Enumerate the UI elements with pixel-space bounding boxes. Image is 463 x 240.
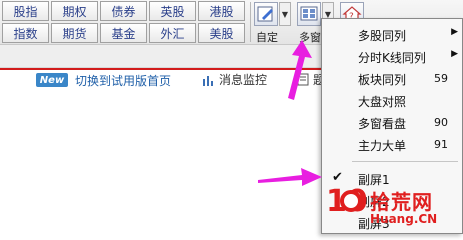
menu-item-shortcut: 59 (434, 72, 448, 85)
market-button-grid: 股指 期权 债券 英股 港股 指数 期货 基金 外汇 美股 (2, 1, 245, 43)
market-button-uk-stocks[interactable]: 英股 (149, 1, 196, 21)
trial-version-link[interactable]: 切换到试用版首页 (75, 72, 171, 89)
pointer-arrow-right-icon (258, 168, 322, 186)
checkmark-icon: ✔ (332, 170, 343, 185)
menu-item-label: 多窗看盘 (358, 117, 407, 131)
menu-item-market-comparison[interactable]: 大盘对照 (322, 89, 462, 111)
market-button-bonds[interactable]: 债券 (100, 1, 147, 21)
market-button-us-stocks[interactable]: 美股 (198, 23, 245, 43)
market-button-hk-stocks[interactable]: 港股 (198, 1, 245, 21)
new-badge: New (36, 73, 68, 87)
menu-item-label: 分时K线同列 (358, 51, 426, 65)
pointer-arrow-up-icon (288, 40, 312, 100)
market-button-index[interactable]: 指数 (2, 23, 49, 43)
custom-tool-label: 自定 (256, 31, 278, 44)
toolbar-divider (250, 2, 251, 42)
submenu-arrow-icon: ▶ (451, 27, 458, 37)
submenu-arrow-icon: ▶ (451, 49, 458, 59)
bar-chart-icon (203, 75, 213, 86)
message-monitor-label: 消息监控 (219, 73, 268, 87)
menu-item-multi-stock-columns[interactable]: 多股同列 ▶ (322, 23, 462, 45)
multi-window-icon[interactable] (297, 2, 321, 26)
market-button-forex[interactable]: 外汇 (149, 23, 196, 43)
watermark-logo: 10 拾荒网 Huang.CN (326, 184, 463, 234)
menu-separator (352, 161, 458, 162)
menu-item-label: 大盘对照 (358, 95, 407, 109)
watermark-text-en: Huang.CN (370, 212, 438, 226)
menu-item-main-force-orders[interactable]: 主力大单 91 (322, 133, 462, 155)
menu-item-sector-columns[interactable]: 板块同列 59 (322, 67, 462, 89)
menu-item-shortcut: 90 (434, 116, 448, 129)
menu-item-label: 主力大单 (358, 139, 407, 153)
custom-tool[interactable]: ▼ 自定 (254, 2, 294, 44)
market-button-futures[interactable]: 期货 (51, 23, 98, 43)
market-button-stock-index[interactable]: 股指 (2, 1, 49, 21)
message-monitor-button[interactable]: 消息监控 (202, 71, 267, 88)
menu-item-label: 板块同列 (358, 73, 407, 87)
menu-item-shortcut: 91 (434, 138, 448, 151)
market-button-funds[interactable]: 基金 (100, 23, 147, 43)
menu-item-multi-window-view[interactable]: 多窗看盘 90 (322, 111, 462, 133)
menu-item-label: 多股同列 (358, 29, 407, 43)
chevron-down-icon[interactable]: ▼ (279, 2, 291, 26)
watermark-text-cn: 拾荒网 (370, 190, 433, 214)
watermark-gear-icon (340, 190, 362, 212)
market-button-options[interactable]: 期权 (51, 1, 98, 21)
menu-item-intraday-kline-columns[interactable]: 分时K线同列 ▶ (322, 45, 462, 67)
edit-icon[interactable] (254, 2, 278, 26)
